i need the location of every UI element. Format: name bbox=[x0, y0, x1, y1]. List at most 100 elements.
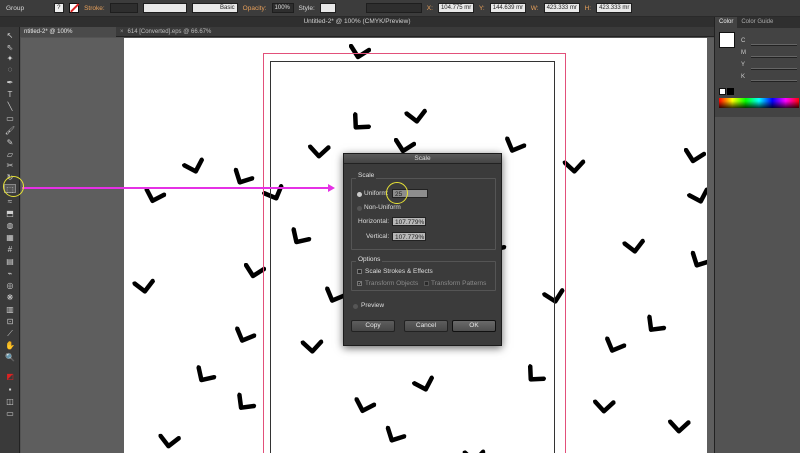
scissors-tool-icon[interactable]: ✂ bbox=[4, 161, 16, 170]
draw-mode-icon[interactable]: ◫ bbox=[4, 397, 16, 406]
eyedropper-tool-icon[interactable]: ⌁ bbox=[4, 269, 16, 278]
panel-dock-area bbox=[714, 117, 800, 453]
line-tool-icon[interactable]: ╲ bbox=[4, 102, 16, 111]
channel-c-slider[interactable] bbox=[751, 44, 797, 46]
uniform-label: Uniform: bbox=[364, 190, 389, 197]
scale-dialog: Scale Scale Uniform: 25 Non-Uniform Hori… bbox=[343, 153, 502, 346]
non-uniform-label: Non-Uniform bbox=[364, 204, 401, 211]
pattern-chevron-shape bbox=[181, 154, 208, 179]
pattern-chevron-shape bbox=[192, 365, 218, 388]
close-icon[interactable]: × bbox=[120, 29, 124, 35]
channel-c-label: C bbox=[741, 38, 746, 44]
pattern-chevron-shape bbox=[230, 167, 255, 188]
selection-tool-icon[interactable]: ↖ bbox=[4, 31, 16, 40]
tab-untitled-2[interactable]: ntitled-2* @ 100% (CMYK/Preview) bbox=[20, 27, 116, 45]
channel-y-slider[interactable] bbox=[751, 68, 797, 70]
style-label: Style: bbox=[298, 4, 315, 12]
zoom-tool-icon[interactable]: 🔍 bbox=[4, 353, 16, 362]
rectangle-tool-icon[interactable]: ▭ bbox=[4, 114, 16, 123]
warp-tool-icon[interactable]: ≈ bbox=[4, 197, 16, 206]
cancel-button[interactable]: Cancel bbox=[404, 320, 448, 332]
style-select[interactable] bbox=[319, 3, 336, 13]
eraser-tool-icon[interactable]: ▱ bbox=[4, 150, 16, 159]
transform-objects-label: Transform Objects bbox=[365, 280, 419, 287]
free-transform-tool-icon[interactable]: ⬒ bbox=[4, 209, 16, 218]
gradient-tool-icon[interactable]: ▤ bbox=[4, 257, 16, 266]
color-panel-tabs: Color Color Guide bbox=[715, 17, 800, 28]
y-label: Y: bbox=[478, 4, 485, 12]
scale-strokes-label: Scale Strokes & Effects bbox=[365, 268, 433, 275]
brush-select[interactable]: Basic bbox=[191, 3, 238, 13]
hand-tool-icon[interactable]: ✋ bbox=[4, 341, 16, 350]
ok-button[interactable]: OK bbox=[452, 320, 496, 332]
horizontal-field[interactable]: 107.779% bbox=[392, 217, 426, 226]
type-tool-icon[interactable]: T bbox=[4, 90, 16, 99]
document-tabs: ntitled-2* @ 100% (CMYK/Preview) ×614 [C… bbox=[0, 27, 714, 45]
y-field[interactable]: 144.639 mr bbox=[489, 3, 526, 13]
pen-tool-icon[interactable]: ✒ bbox=[4, 78, 16, 87]
lasso-tool-icon[interactable]: ◌ bbox=[4, 65, 16, 74]
tab-converted-eps[interactable]: ×614 [Converted].eps @ 66.67% (RGB/Previ… bbox=[116, 27, 256, 45]
x-label: X: bbox=[426, 4, 433, 12]
copy-button[interactable]: Copy bbox=[351, 320, 395, 332]
vertical-label: Vertical: bbox=[366, 233, 390, 240]
transform-objects-checkbox[interactable]: ✔ bbox=[357, 281, 362, 287]
slice-tool-icon[interactable]: ⟋ bbox=[4, 329, 16, 338]
x-field[interactable]: 104.775 mr bbox=[437, 3, 474, 13]
tab-color[interactable]: Color bbox=[715, 17, 738, 28]
color-mode-icon[interactable]: ▪ bbox=[4, 385, 16, 394]
pattern-chevron-shape bbox=[232, 392, 259, 416]
mesh-tool-icon[interactable]: # bbox=[4, 245, 16, 254]
align-buttons[interactable] bbox=[365, 3, 422, 13]
screen-mode-icon[interactable]: ▭ bbox=[4, 409, 16, 418]
scale-strokes-checkbox[interactable] bbox=[357, 269, 362, 274]
annotation-arrow-head bbox=[328, 183, 335, 192]
pattern-chevron-shape bbox=[233, 326, 257, 346]
blend-tool-icon[interactable]: ◎ bbox=[4, 281, 16, 290]
options-group-label: Options bbox=[356, 256, 383, 263]
non-uniform-radio[interactable] bbox=[357, 206, 362, 211]
channel-m-slider[interactable] bbox=[751, 56, 797, 58]
vertical-field[interactable]: 107.779% bbox=[392, 232, 426, 241]
highlight-circle-tool bbox=[3, 176, 24, 197]
none-swatch[interactable] bbox=[719, 88, 726, 95]
w-field[interactable]: 423.333 mr bbox=[543, 3, 580, 13]
black-swatch[interactable] bbox=[727, 88, 734, 95]
preview-checkbox[interactable] bbox=[353, 304, 358, 309]
pattern-chevron-shape bbox=[603, 336, 627, 356]
pattern-chevron-shape bbox=[686, 184, 707, 209]
shape-builder-tool-icon[interactable]: ◍ bbox=[4, 221, 16, 230]
fill-stroke-swatch[interactable] bbox=[719, 32, 735, 48]
document-title: Untitled-2* @ 100% (CMYK/Preview) bbox=[0, 17, 714, 27]
variable-width-select[interactable] bbox=[142, 3, 187, 13]
pattern-chevron-shape bbox=[667, 416, 692, 436]
magic-wand-tool-icon[interactable]: ✦ bbox=[4, 54, 16, 63]
opacity-field[interactable]: 100% bbox=[271, 3, 294, 13]
highlight-circle-uniform-field bbox=[386, 182, 408, 204]
dialog-title: Scale bbox=[344, 154, 501, 164]
pattern-chevron-shape bbox=[158, 432, 182, 450]
pattern-chevron-shape bbox=[642, 314, 669, 338]
channel-m-label: M bbox=[741, 50, 746, 56]
stroke-weight-field[interactable] bbox=[109, 3, 138, 13]
horizontal-label: Horizontal: bbox=[358, 218, 390, 225]
artboard-tool-icon[interactable]: ⊡ bbox=[4, 317, 16, 326]
tab-color-guide[interactable]: Color Guide bbox=[737, 17, 777, 28]
direct-selection-tool-icon[interactable]: ⇖ bbox=[4, 43, 16, 52]
channel-k-slider[interactable] bbox=[751, 80, 797, 82]
fill-stroke-icon[interactable]: ◩ bbox=[4, 372, 16, 381]
scale-group-label: Scale bbox=[356, 172, 377, 179]
fill-swatch[interactable]: ? bbox=[54, 3, 65, 13]
stroke-swatch[interactable] bbox=[69, 3, 80, 13]
column-graph-tool-icon[interactable]: ▥ bbox=[4, 305, 16, 314]
transform-patterns-checkbox[interactable] bbox=[424, 281, 429, 286]
symbol-sprayer-tool-icon[interactable]: ❋ bbox=[4, 293, 16, 302]
pencil-tool-icon[interactable]: ✎ bbox=[4, 138, 16, 147]
paintbrush-tool-icon[interactable]: 🖌 bbox=[4, 126, 16, 135]
h-field[interactable]: 423.333 mr bbox=[596, 3, 633, 13]
uniform-radio[interactable] bbox=[357, 192, 362, 197]
preview-label: Preview bbox=[361, 302, 385, 309]
pattern-chevron-shape bbox=[132, 275, 158, 298]
color-spectrum[interactable] bbox=[719, 98, 799, 108]
perspective-grid-tool-icon[interactable]: ▦ bbox=[4, 233, 16, 242]
